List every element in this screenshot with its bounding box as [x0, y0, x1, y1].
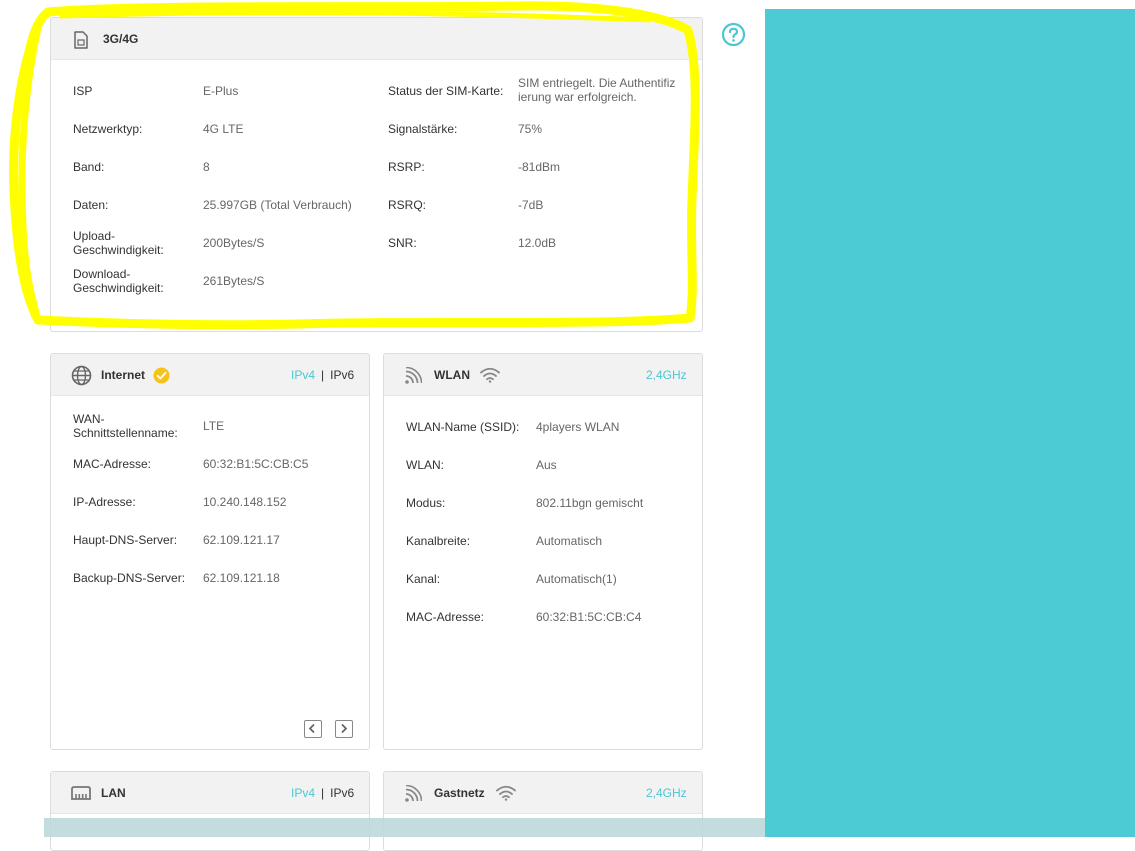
sim-card-icon: [74, 31, 88, 49]
primary-dns-label: Haupt-DNS-Server:: [73, 533, 178, 547]
channel-width-label: Kanalbreite:: [406, 534, 471, 548]
ssid-label: WLAN-Name (SSID):: [406, 420, 520, 434]
wireless-icon: [405, 367, 422, 384]
card-title: Gastnetz: [434, 786, 485, 800]
wlan-band[interactable]: 2,4GHz: [646, 368, 687, 382]
isp-value: E-Plus: [203, 84, 239, 98]
help-icon[interactable]: [721, 22, 746, 47]
wlan-card-header: WLAN 2,4GHz: [384, 354, 702, 396]
tab-separator: |: [321, 786, 325, 800]
guest-network-card: Gastnetz 2,4GHz: [383, 771, 703, 851]
lan-port-icon: [71, 786, 91, 800]
card-title: LAN: [101, 786, 126, 800]
band-label: Band:: [73, 160, 105, 174]
card-title: Internet: [101, 368, 146, 382]
sim-status-value: SIM entriegelt. Die Authentifizierung wa…: [518, 76, 676, 104]
tab-ipv4[interactable]: IPv4: [291, 786, 315, 800]
wireless-icon: [405, 785, 422, 802]
chevron-right-icon: [341, 723, 348, 734]
ip-version-tabs: IPv4 | IPv6: [291, 786, 354, 800]
ip-version-tabs: IPv4 | IPv6: [291, 368, 354, 382]
primary-dns-value: 62.109.121.17: [203, 533, 280, 547]
sim-status-card: 3G/4G ISP E-Plus Netzwerktyp: 4G LTE Ban…: [50, 17, 703, 332]
upload-speed-label: Upload-Geschwindigkeit:: [73, 229, 164, 257]
wifi-icon: [496, 785, 516, 801]
wan-name-value: LTE: [203, 419, 225, 433]
card-title: WLAN: [434, 368, 470, 382]
snr-value: 12.0dB: [518, 236, 557, 250]
internet-card-header: Internet IPv4 | IPv6: [51, 354, 369, 396]
next-page-button[interactable]: [335, 720, 353, 738]
wlan-mac-value: 60:32:B1:5C:CB:C4: [536, 610, 642, 624]
guest-band[interactable]: 2,4GHz: [646, 786, 687, 800]
tab-ipv6[interactable]: IPv6: [330, 368, 354, 382]
backup-dns-label: Backup-DNS-Server:: [73, 571, 186, 585]
internet-card: Internet IPv4 | IPv6 WAN-Schnittstellennam…: [50, 353, 370, 750]
data-usage-value: 25.997GB (Total Verbrauch): [203, 198, 352, 212]
channel-value: Automatisch(1): [536, 572, 617, 586]
data-usage-label: Daten:: [73, 198, 109, 212]
channel-width-value: Automatisch: [536, 534, 603, 548]
prev-page-button[interactable]: [304, 720, 322, 738]
mode-value: 802.11bgn gemischt: [536, 496, 644, 510]
footer-bar: [44, 818, 765, 837]
download-speed-value: 261Bytes/S: [203, 274, 265, 288]
ip-address-value: 10.240.148.152: [203, 495, 287, 509]
wan-name-label: WAN-Schnittstellenname:: [73, 412, 178, 440]
sim-status-label: Status der SIM-Karte:: [388, 84, 504, 98]
backup-dns-value: 62.109.121.18: [203, 571, 280, 585]
lan-card-header: LAN IPv4 | IPv6: [51, 772, 369, 814]
lan-card: LAN IPv4 | IPv6: [50, 771, 370, 851]
ip-address-label: IP-Adresse:: [73, 495, 136, 509]
tab-separator: |: [321, 368, 325, 382]
channel-label: Kanal:: [406, 572, 441, 586]
band-value: 8: [203, 160, 210, 174]
wlan-mac-label: MAC-Adresse:: [406, 610, 485, 624]
ssid-value: 4players WLAN: [536, 420, 620, 434]
network-type-label: Netzwerktyp:: [73, 122, 143, 136]
wlan-state-value: Aus: [536, 458, 557, 472]
wifi-icon: [480, 367, 500, 383]
tab-ipv6[interactable]: IPv6: [330, 786, 354, 800]
signal-strength-value: 75%: [518, 122, 543, 136]
signal-strength-label: Signalstärke:: [388, 122, 458, 136]
card-title: 3G/4G: [103, 32, 139, 46]
guest-card-header: Gastnetz 2,4GHz: [384, 772, 702, 814]
download-speed-label: Download-Geschwindigkeit:: [73, 267, 164, 295]
rsrq-value: -7dB: [518, 198, 544, 212]
mode-label: Modus:: [406, 496, 446, 510]
rsrq-label: RSRQ:: [388, 198, 427, 212]
globe-icon: [71, 365, 92, 386]
wlan-state-label: WLAN:: [406, 458, 445, 472]
upload-speed-value: 200Bytes/S: [203, 236, 265, 250]
rsrp-value: -81dBm: [518, 160, 561, 174]
snr-label: SNR:: [388, 236, 417, 250]
tab-ipv4[interactable]: IPv4: [291, 368, 315, 382]
rsrp-label: RSRP:: [388, 160, 425, 174]
wlan-card: WLAN 2,4GHz WLAN-Name (SSID): 4players W…: [383, 353, 703, 750]
isp-label: ISP: [73, 84, 93, 98]
mac-address-value: 60:32:B1:5C:CB:C5: [203, 457, 309, 471]
mac-address-label: MAC-Adresse:: [73, 457, 152, 471]
side-panel: [765, 9, 1135, 837]
check-circle-icon: [153, 367, 170, 384]
sim-card-header: 3G/4G: [51, 18, 702, 60]
network-type-value: 4G LTE: [203, 122, 244, 136]
chevron-left-icon: [308, 723, 315, 734]
